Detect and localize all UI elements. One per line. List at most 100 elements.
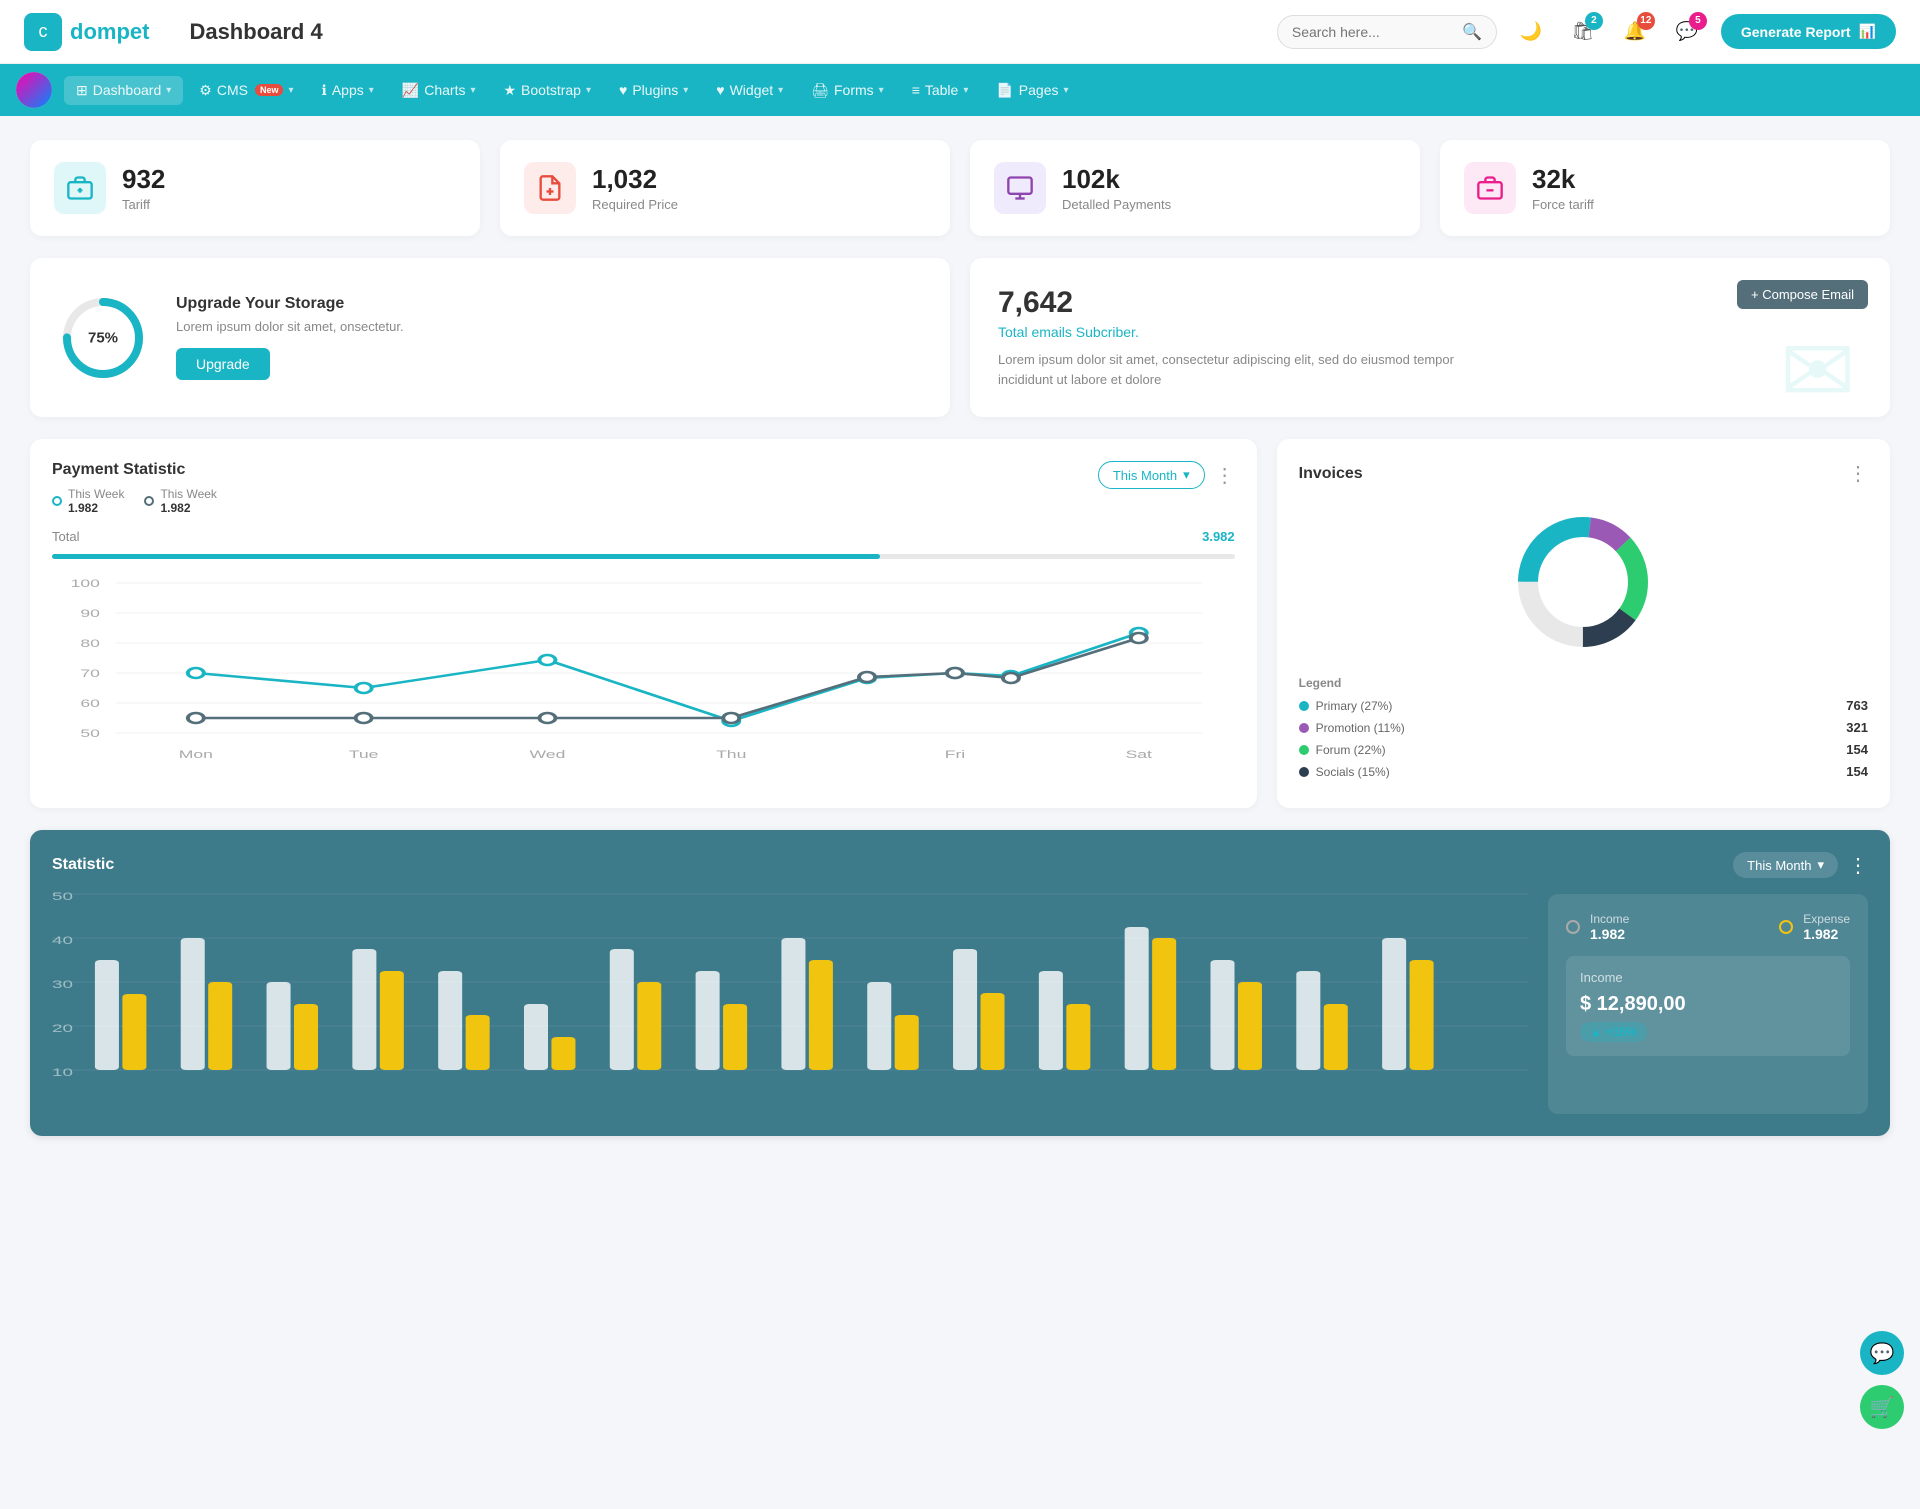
pages-nav-label: Pages (1019, 82, 1059, 98)
nav-item-bootstrap[interactable]: ★ Bootstrap ▾ (491, 76, 603, 105)
widget-chevron-icon: ▾ (778, 85, 783, 96)
income-detail-amount: $ 12,890,00 (1580, 993, 1836, 1016)
dashboard-chevron-icon: ▾ (166, 85, 171, 96)
statistic-content: 50 40 30 20 10 (52, 894, 1868, 1114)
svg-text:Wed: Wed (530, 749, 566, 761)
payments-label: Detalled Payments (1062, 197, 1171, 212)
promotion-count: 321 (1846, 720, 1868, 735)
income-label: Income (1590, 912, 1629, 926)
invoice-legend-primary: Primary (27%) 763 (1299, 698, 1868, 713)
moon-icon: 🌙 (1520, 21, 1542, 42)
cart-float-icon: 🛒 (1870, 1395, 1895, 1420)
nav-item-apps[interactable]: ℹ Apps ▾ (310, 76, 386, 105)
donut-chart-wrap (1299, 502, 1868, 662)
storage-card: 75% Upgrade Your Storage Lorem ipsum dol… (30, 258, 950, 417)
nav-item-dashboard[interactable]: ⊞ Dashboard ▾ (64, 76, 183, 105)
storage-text: Upgrade Your Storage Lorem ipsum dolor s… (176, 295, 404, 380)
invoices-title: Invoices (1299, 465, 1363, 483)
nav-item-cms[interactable]: ⚙ CMS New ▾ (187, 76, 305, 105)
income-text: Income 1.982 (1590, 912, 1629, 942)
income-expense-panel: Income 1.982 Expense 1.982 Income $ (1548, 894, 1868, 1114)
plugins-nav-icon: ♥ (619, 82, 627, 98)
socials-dot (1299, 767, 1309, 777)
payment-more-button[interactable]: ⋮ (1215, 463, 1235, 488)
header-right: 🔍 🌙 🛍 2 🔔 12 💬 5 Generate Report 📊 (1277, 14, 1896, 50)
plugins-nav-label: Plugins (632, 82, 678, 98)
search-input[interactable] (1292, 24, 1454, 40)
cms-new-badge: New (255, 84, 284, 96)
invoice-legend-title: Legend (1299, 676, 1868, 690)
income-change-value: +15% (1606, 1025, 1637, 1039)
search-icon: 🔍 (1462, 22, 1482, 42)
payment-chart-left: Payment Statistic This Week 1.982 (52, 461, 217, 515)
svg-text:Sat: Sat (1126, 749, 1152, 761)
invoice-forum-left: Forum (22%) (1299, 743, 1386, 757)
statistic-more-button[interactable]: ⋮ (1848, 853, 1868, 878)
invoice-legend-socials: Socials (15%) 154 (1299, 764, 1868, 779)
income-expense-row: Income 1.982 Expense 1.982 (1566, 912, 1850, 942)
invoices-card: Invoices ⋮ Legend (1277, 439, 1890, 808)
payment-chart-title: Payment Statistic (52, 461, 217, 479)
promotion-label: Promotion (11%) (1316, 721, 1405, 735)
socials-count: 154 (1846, 764, 1868, 779)
nav-item-table[interactable]: ≡ Table ▾ (900, 76, 981, 104)
payment-chart-card: Payment Statistic This Week 1.982 (30, 439, 1257, 808)
support-float-button[interactable]: 💬 (1860, 1331, 1904, 1375)
expense-text: Expense 1.982 (1803, 912, 1850, 942)
invoice-legend-promotion: Promotion (11%) 321 (1299, 720, 1868, 735)
nav-item-widget[interactable]: ♥ Widget ▾ (704, 76, 795, 104)
generate-report-button[interactable]: Generate Report 📊 (1721, 14, 1896, 49)
pages-nav-icon: 📄 (996, 82, 1013, 99)
legend-week1-label: This Week (68, 487, 124, 501)
cart-float-button[interactable]: 🛒 (1860, 1385, 1904, 1429)
nav-item-forms[interactable]: 🖨 Forms ▾ (799, 76, 895, 105)
statistic-month-filter[interactable]: This Month ▾ (1733, 852, 1838, 878)
dashboard-nav-icon: ⊞ (76, 82, 88, 99)
upgrade-button[interactable]: Upgrade (176, 348, 270, 380)
forum-count: 154 (1846, 742, 1868, 757)
payment-chart-legend: This Week 1.982 This Week 1.982 (52, 487, 217, 515)
logo[interactable]: c dompet (24, 13, 149, 51)
main-content: 932 Tariff 1,032 Required Price 10 (0, 116, 1920, 1160)
email-description: Lorem ipsum dolor sit amet, consectetur … (998, 350, 1478, 389)
payments-value: 102k (1062, 164, 1171, 195)
nav-item-charts[interactable]: 📈 Charts ▾ (390, 76, 488, 105)
svg-text:Tue: Tue (349, 749, 379, 761)
invoices-header: Invoices ⋮ (1299, 461, 1868, 486)
forum-label: Forum (22%) (1316, 743, 1386, 757)
header: c dompet Dashboard 4 🔍 🌙 🛍 2 🔔 12 💬 5 Ge… (0, 0, 1920, 64)
logo-text: dompet (70, 19, 149, 45)
invoices-more-button[interactable]: ⋮ (1848, 461, 1868, 486)
invoice-legend-forum: Forum (22%) 154 (1299, 742, 1868, 757)
page-title: Dashboard 4 (189, 19, 322, 45)
nav-item-plugins[interactable]: ♥ Plugins ▾ (607, 76, 700, 104)
force-tariff-stat-text: 32k Force tariff (1532, 164, 1594, 212)
nav-item-pages[interactable]: 📄 Pages ▾ (984, 76, 1080, 105)
stat-card-force-tariff: 32k Force tariff (1440, 140, 1890, 236)
svg-text:10: 10 (52, 1067, 73, 1079)
legend-week2-text: This Week 1.982 (160, 487, 216, 515)
price-stat-text: 1,032 Required Price (592, 164, 678, 212)
payment-month-filter[interactable]: This Month ▾ (1098, 461, 1205, 489)
email-bg-icon: ✉ (1780, 327, 1890, 417)
legend-week2-label: This Week (160, 487, 216, 501)
cart-button[interactable]: 🛍 2 (1565, 14, 1601, 50)
force-tariff-icon (1464, 162, 1516, 214)
chat-button[interactable]: 💬 5 (1669, 14, 1705, 50)
promotion-dot (1299, 723, 1309, 733)
force-tariff-value: 32k (1532, 164, 1594, 195)
svg-text:50: 50 (80, 728, 100, 740)
statistic-month-label: This Month (1747, 858, 1811, 873)
widget-nav-icon: ♥ (716, 82, 724, 98)
svg-text:Fri: Fri (945, 749, 965, 761)
charts-nav-label: Charts (424, 82, 465, 98)
payment-chart-header: Payment Statistic This Week 1.982 (52, 461, 1235, 515)
compose-email-button[interactable]: + Compose Email (1737, 280, 1868, 309)
tariff-label: Tariff (122, 197, 165, 212)
storage-percent-label: 75% (88, 329, 118, 346)
notification-button[interactable]: 🔔 12 (1617, 14, 1653, 50)
charts-nav-icon: 📈 (402, 82, 419, 99)
tariff-icon (54, 162, 106, 214)
theme-toggle-button[interactable]: 🌙 (1513, 14, 1549, 50)
forms-nav-label: Forms (834, 82, 874, 98)
